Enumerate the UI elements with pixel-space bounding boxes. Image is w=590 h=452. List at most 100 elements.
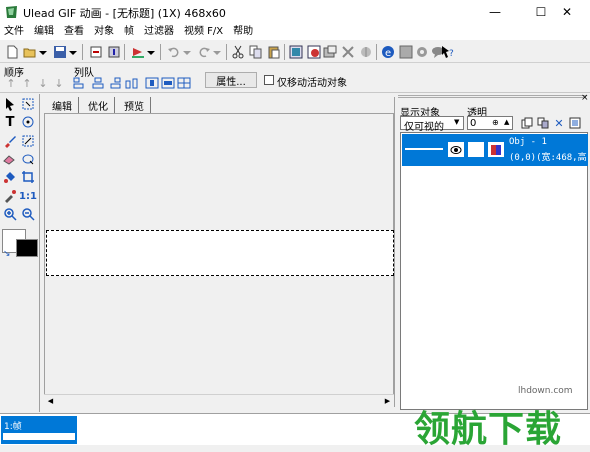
tab-preview[interactable]: 预览: [118, 97, 151, 113]
transparency-slider-icon[interactable]: ⊕: [492, 118, 499, 127]
center-both-icon[interactable]: [176, 75, 192, 91]
lock-toggle[interactable]: [468, 142, 484, 157]
transparency-spinner-icon[interactable]: ▲: [504, 118, 509, 126]
send-to-back-icon[interactable]: ↓: [51, 75, 67, 91]
minimize-button[interactable]: —: [472, 0, 518, 24]
save-dropdown-icon[interactable]: [68, 44, 78, 60]
crop-icon[interactable]: [340, 44, 356, 60]
tool-palette: T 1:1 ↘: [0, 94, 40, 412]
tab-edit[interactable]: 编辑: [46, 97, 79, 113]
align-right-icon[interactable]: [106, 75, 122, 91]
scroll-right-icon[interactable]: ▶: [381, 395, 394, 407]
import-icon[interactable]: [88, 44, 104, 60]
title-bar: Ulead GIF 动画 - [无标题] (1X) 468x60 — ☐ ✕: [0, 0, 590, 24]
close-button[interactable]: ✕: [544, 0, 590, 24]
zoom-out-icon[interactable]: [20, 206, 36, 222]
copy-object-icon[interactable]: [535, 115, 551, 131]
color-preview-icon[interactable]: [488, 142, 504, 157]
panel-close-icon[interactable]: ×: [581, 93, 589, 103]
undo-dropdown-icon[interactable]: [182, 44, 192, 60]
app-icon: [6, 6, 17, 18]
reduce-icon[interactable]: [358, 44, 374, 60]
svg-text:?: ?: [449, 49, 454, 59]
add-frame-icon[interactable]: [288, 44, 304, 60]
main-toolbar: e ?: [0, 41, 590, 63]
svg-text:e: e: [385, 48, 391, 59]
visibility-eye-icon[interactable]: [448, 142, 464, 157]
menu-edit[interactable]: 编辑: [30, 24, 60, 40]
redo-icon[interactable]: [196, 44, 212, 60]
save-icon[interactable]: [52, 44, 68, 60]
scroll-left-icon[interactable]: ◀: [44, 395, 57, 407]
ellipse-select-icon[interactable]: [20, 151, 36, 167]
menu-help[interactable]: 帮助: [229, 24, 259, 40]
foreground-color-swatch[interactable]: [16, 239, 38, 257]
marquee-tool-icon[interactable]: [20, 96, 36, 112]
transparency-input[interactable]: 0 ⊕ ▲: [467, 116, 513, 130]
duplicate-object-icon[interactable]: [519, 115, 535, 131]
center-vertical-icon[interactable]: [160, 75, 176, 91]
align-left-icon[interactable]: [72, 75, 88, 91]
bring-to-front-icon[interactable]: ↑: [3, 75, 19, 91]
show-objects-select[interactable]: 仅可视的 ▼: [400, 116, 464, 133]
new-file-icon[interactable]: [4, 44, 20, 60]
context-help-icon[interactable]: ?: [440, 44, 456, 60]
object-properties-icon[interactable]: [567, 115, 583, 131]
move-active-only-label: 仅移动活动对象: [277, 78, 347, 89]
frame-thumbnail[interactable]: 1:帧: [1, 416, 77, 444]
properties-button[interactable]: 属性...: [205, 72, 257, 88]
paint-bucket-tool-icon[interactable]: [2, 169, 18, 185]
horizontal-scrollbar[interactable]: ◀ ▶: [44, 394, 394, 407]
copy-icon[interactable]: [248, 44, 264, 60]
document-tabs: 编辑 优化 预览: [44, 97, 394, 113]
optimize-wizard-icon[interactable]: [398, 44, 414, 60]
delete-object-icon[interactable]: ✕: [551, 115, 567, 131]
paintbrush-tool-icon[interactable]: [2, 133, 18, 149]
lasso-tool-icon[interactable]: [20, 114, 36, 130]
launch-browser-icon[interactable]: [130, 44, 146, 60]
eraser-tool-icon[interactable]: [2, 151, 18, 167]
open-folder-icon[interactable]: [22, 44, 38, 60]
align-bottom-icon[interactable]: [124, 75, 140, 91]
frame-properties-icon[interactable]: [322, 44, 338, 60]
eyedropper-tool-icon[interactable]: [2, 188, 18, 204]
move-active-only-checkbox[interactable]: [264, 75, 274, 85]
export-icon[interactable]: [106, 44, 122, 60]
settings-icon[interactable]: [414, 44, 430, 60]
text-tool-icon[interactable]: T: [2, 114, 18, 130]
center-horizontal-icon[interactable]: [144, 75, 160, 91]
pick-tool-icon[interactable]: [2, 96, 18, 112]
menu-bar: 文件 编辑 查看 对象 帧 过滤器 视频 F/X 帮助: [0, 24, 590, 40]
align-center-icon[interactable]: [90, 75, 106, 91]
magic-wand-tool-icon[interactable]: [20, 133, 36, 149]
cut-icon[interactable]: [230, 44, 246, 60]
menu-filters[interactable]: 过滤器: [140, 24, 180, 40]
watermark-url: lhdown.com: [518, 386, 573, 396]
paste-icon[interactable]: [266, 44, 282, 60]
menu-view[interactable]: 查看: [60, 24, 90, 40]
swap-colors-icon[interactable]: ↘: [3, 249, 11, 259]
send-backward-icon[interactable]: ↓: [35, 75, 51, 91]
watermark-text: 领航下载: [414, 409, 563, 450]
zoom-in-icon[interactable]: [2, 206, 18, 222]
redo-dropdown-icon[interactable]: [212, 44, 222, 60]
crop-tool-icon[interactable]: [20, 169, 36, 185]
tab-optimize[interactable]: 优化: [82, 97, 115, 113]
menu-object[interactable]: 对象: [90, 24, 120, 40]
preview-browser-icon[interactable]: e: [380, 44, 396, 60]
object-thumbnail: [405, 148, 443, 150]
browser-dropdown-icon[interactable]: [146, 44, 156, 60]
menu-file[interactable]: 文件: [0, 24, 30, 40]
watermark-logo: lhdown.com 领航下载: [400, 380, 590, 450]
delete-frame-icon[interactable]: [306, 44, 322, 60]
menu-frame[interactable]: 帧: [120, 24, 140, 40]
image-canvas[interactable]: [46, 230, 394, 276]
menu-video-fx[interactable]: 视频 F/X: [180, 24, 229, 40]
bring-forward-icon[interactable]: ↑: [19, 75, 35, 91]
undo-icon[interactable]: [166, 44, 182, 60]
panel-grip[interactable]: [398, 95, 586, 98]
open-dropdown-icon[interactable]: [38, 44, 48, 60]
actual-size-icon[interactable]: 1:1: [19, 188, 37, 204]
object-list-item[interactable]: Obj - 1 (0,0)(宽:468,高:6: [402, 134, 588, 166]
object-name: Obj - 1: [509, 137, 547, 147]
